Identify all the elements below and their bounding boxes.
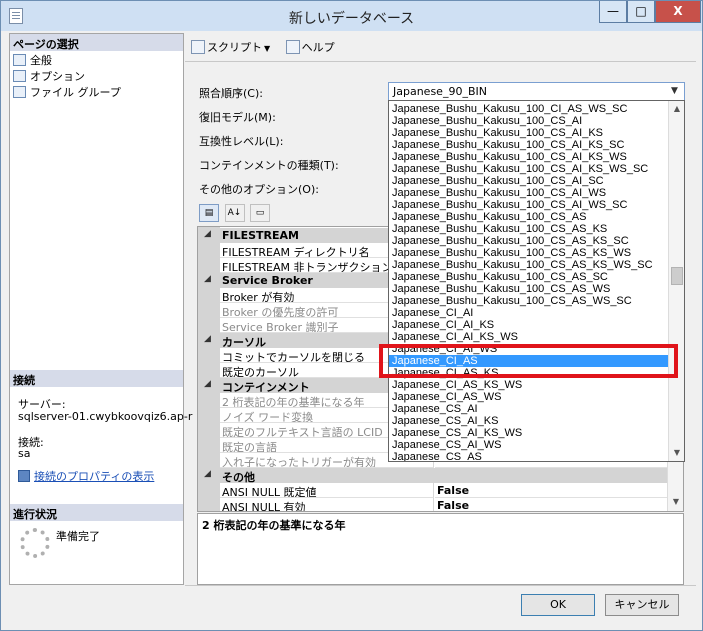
collation-option[interactable]: Japanese_CI_AS_WS (389, 391, 669, 403)
collation-option[interactable]: Japanese_CS_AI (389, 403, 669, 415)
property-description: 2 桁表記の年の基準になる年 (197, 513, 684, 585)
collation-combo-value: Japanese_90_BIN (393, 85, 487, 98)
collation-label: 照合順序(C): (199, 87, 263, 100)
collation-option[interactable]: Japanese_CI_AI_KS (389, 319, 669, 331)
property-name: ANSI NULL 既定値 (220, 483, 434, 498)
collapse-icon[interactable]: ◢ (204, 274, 211, 284)
properties-icon (18, 470, 30, 482)
progress-header: 進行状況 (10, 504, 183, 521)
containment-type-label: コンテインメントの種類(T): (199, 159, 339, 172)
collation-option[interactable]: Japanese_Bushu_Kakusu_100_CS_AS_KS (389, 223, 669, 235)
collation-option[interactable]: Japanese_Bushu_Kakusu_100_CS_AI_SC (389, 175, 669, 187)
scroll-down-icon[interactable]: ▼ (670, 446, 684, 460)
collation-option[interactable]: Japanese_Bushu_Kakusu_100_CS_AI_WS_SC (389, 199, 669, 211)
category-other[interactable]: ◢ その他 (198, 468, 683, 484)
collapse-icon[interactable]: ◢ (204, 379, 211, 389)
window-title: 新しいデータベース (288, 11, 415, 27)
collation-option[interactable]: Japanese_Bushu_Kakusu_100_CI_AS_WS_SC (389, 103, 669, 115)
connection-header: 接続 (10, 370, 183, 387)
connection-properties-link[interactable]: 接続のプロパティの表示 (18, 468, 154, 484)
page-filegroups-label: ファイル グループ (30, 86, 121, 99)
close-button[interactable]: X (655, 1, 701, 23)
collation-option[interactable]: Japanese_CS_AS (389, 451, 669, 461)
collation-option[interactable]: Japanese_Bushu_Kakusu_100_CS_AS_SC (389, 271, 669, 283)
sort-alphabetical-icon[interactable]: A↓ (224, 204, 245, 222)
collation-option[interactable]: Japanese_CS_AI_WS (389, 439, 669, 451)
progress-status: 準備完了 (56, 530, 100, 543)
collation-option[interactable]: Japanese_CI_AI (389, 307, 669, 319)
property-value[interactable]: False (435, 498, 683, 511)
page-options[interactable]: オプション (13, 68, 85, 84)
grid-toolbar: ▤ A↓ ▭ (199, 204, 272, 224)
server-value: sqlserver-01.cwybkoovqiz6.ap-r (18, 410, 193, 423)
ok-button[interactable]: OK (521, 594, 595, 616)
collation-option[interactable]: Japanese_Bushu_Kakusu_100_CS_AS_KS_WS (389, 247, 669, 259)
page-filegroups[interactable]: ファイル グループ (13, 84, 121, 100)
connection-value: sa (18, 447, 31, 460)
page-options-label: オプション (30, 70, 85, 83)
collation-option[interactable]: Japanese_CS_AI_KS (389, 415, 669, 427)
collation-option[interactable]: Japanese_Bushu_Kakusu_100_CS_AS_WS_SC (389, 295, 669, 307)
page-icon (13, 54, 26, 66)
help-icon (285, 40, 300, 54)
script-button[interactable]: スクリプト ▼ (191, 39, 276, 55)
toolbar-separator (185, 61, 696, 62)
collation-option[interactable]: Japanese_Bushu_Kakusu_100_CS_AS_WS (389, 283, 669, 295)
script-icon (191, 40, 205, 54)
progress-spinner-icon (20, 528, 50, 558)
property-value[interactable]: False (435, 483, 683, 498)
other-options-label: その他のオプション(O): (199, 183, 319, 196)
property-pages-icon[interactable]: ▭ (250, 204, 270, 222)
recovery-model-label: 復旧モデル(M): (199, 111, 276, 124)
annotation-highlight-box (379, 344, 678, 378)
footer-separator (185, 585, 696, 586)
collation-option[interactable]: Japanese_Bushu_Kakusu_100_CS_AI_KS_WS (389, 151, 669, 163)
collapse-icon[interactable]: ◢ (204, 229, 211, 239)
scroll-up-icon[interactable]: ▲ (670, 102, 684, 116)
script-label: スクリプト (207, 41, 262, 54)
collation-option[interactable]: Japanese_Bushu_Kakusu_100_CS_AI_KS_SC (389, 139, 669, 151)
page-icon (13, 86, 26, 98)
compatibility-level-label: 互換性レベル(L): (199, 135, 284, 148)
scroll-thumb[interactable] (671, 267, 683, 285)
collation-option[interactable]: Japanese_CS_AI_KS_WS (389, 427, 669, 439)
collation-option[interactable]: Japanese_Bushu_Kakusu_100_CS_AS_KS_WS_SC (389, 259, 669, 271)
page-general-label: 全般 (30, 54, 52, 67)
collation-option[interactable]: Japanese_Bushu_Kakusu_100_CS_AI_KS_WS_SC (389, 163, 669, 175)
collation-option[interactable]: Japanese_Bushu_Kakusu_100_CS_AS_KS_SC (389, 235, 669, 247)
categorized-view-icon[interactable]: ▤ (199, 204, 219, 222)
collation-option[interactable]: Japanese_CI_AS_KS_WS (389, 379, 669, 391)
help-label: ヘルプ (301, 41, 335, 54)
collation-option[interactable]: Japanese_Bushu_Kakusu_100_CS_AI_KS (389, 127, 669, 139)
left-pane: ページの選択 全般 オプション ファイル グループ 接続 サーバー: sqlse… (9, 33, 192, 585)
collation-option[interactable]: Japanese_Bushu_Kakusu_100_CS_AI_WS (389, 187, 669, 199)
chevron-down-icon[interactable]: ▼ (667, 84, 682, 99)
page-icon (13, 70, 26, 82)
collation-dropdown-list[interactable]: Japanese_Bushu_Kakusu_100_CI_AS_WS_SC Jap… (388, 100, 685, 462)
new-database-dialog: 新しいデータベース — □ X ページの選択 全般 オプション ファイル グルー… (0, 0, 703, 631)
title-bar: 新しいデータベース — □ X (1, 1, 702, 31)
property-row[interactable]: ANSI NULL 既定値 False (198, 483, 683, 498)
property-row[interactable]: ANSI NULL 有効 False (198, 498, 683, 511)
connection-properties-link-text[interactable]: 接続のプロパティの表示 (34, 470, 154, 483)
dropdown-scrollbar[interactable]: ▲ ▼ (668, 101, 684, 461)
select-page-header: ページの選択 (10, 34, 183, 51)
collation-option[interactable]: Japanese_Bushu_Kakusu_100_CS_AI (389, 115, 669, 127)
collapse-icon[interactable]: ◢ (204, 334, 211, 344)
collation-combo[interactable]: Japanese_90_BIN ▼ (388, 82, 685, 101)
category-label: Service Broker (222, 274, 313, 287)
collation-option[interactable]: Japanese_Bushu_Kakusu_100_CS_AS (389, 211, 669, 223)
cancel-button[interactable]: キャンセル (605, 594, 679, 616)
minimize-button[interactable]: — (599, 1, 627, 23)
toolbar: スクリプト ▼ ヘルプ (191, 39, 341, 59)
property-name: ANSI NULL 有効 (220, 498, 434, 511)
chevron-down-icon[interactable]: ▼ (264, 44, 270, 53)
maximize-button[interactable]: □ (627, 1, 655, 23)
category-label: FILESTREAM (222, 229, 299, 242)
scroll-down-icon[interactable]: ▼ (669, 497, 683, 509)
collapse-icon[interactable]: ◢ (204, 469, 211, 479)
help-button[interactable]: ヘルプ (285, 39, 335, 55)
collation-option[interactable]: Japanese_CI_AI_KS_WS (389, 331, 669, 343)
page-general[interactable]: 全般 (13, 52, 52, 68)
